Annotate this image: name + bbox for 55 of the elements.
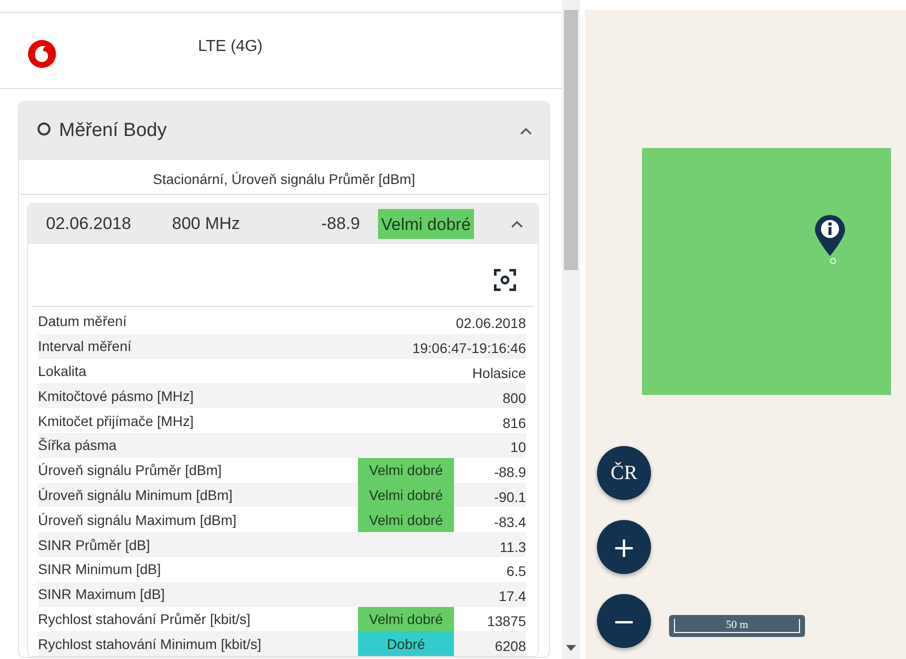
map-button[interactable]: + [597,520,651,574]
down-arrow-icon[interactable] [566,645,576,651]
table-cell-text: Úroveň signálu Maximum [dBm] [38,512,238,528]
rating-badge: Dobré [358,631,454,656]
table-cell-text: Úroveň signálu Průměr [dBm] [38,462,223,478]
table-cell-text: 02.06.2018 [454,314,526,332]
focus-icon[interactable] [492,267,518,293]
table-cell-text: Interval měření [38,338,132,354]
rating-badge: Velmi dobré [358,507,454,532]
table-cell-text: -88.9 [493,463,526,480]
rating-badge: Velmi dobré [358,458,454,483]
rating-badge: Velmi dobré [358,606,454,632]
table-cell-text: Úroveň signálu Minimum [dBm] [38,486,234,503]
measurement-header[interactable]: 02.06.2018 800 MHz -88.9 Velmi dobré [28,204,538,244]
table-cell-text: Holasice [471,364,526,381]
measurement-value: -88.9 [320,214,360,234]
table-cell-text: 6208 [494,636,526,654]
section-header[interactable]: Měření Body [19,102,549,160]
section-subtitle: Stacionární, Úroveň signálu Průměr [dBm] [21,160,547,195]
table-cell-text: 6.5 [506,562,526,580]
info-pin-icon[interactable] [813,214,847,264]
table-cell-text: SINR Maximum [dB] [38,586,166,602]
table-cell-text: 19:06:47-19:16:46 [412,339,526,356]
table-cell-text: 816 [502,414,526,431]
circle-icon [37,122,51,136]
frequency-label: 800 MHz [172,214,242,234]
table-cell-text: 11.3 [498,538,526,555]
scrollbar[interactable] [562,0,580,659]
table-cell-text: Kmitočtové pásmo [MHz] [38,388,195,404]
map-button[interactable]: ČR [597,446,651,500]
table-cell-text: Lokalita [38,362,88,379]
section-title: Měření Body [59,120,167,142]
table-cell-text: Datum měření [38,313,128,330]
chevron-icon [510,219,524,229]
table-cell-text: -90.1 [493,488,526,505]
chevron-icon [519,126,533,136]
table-cell-text: 10 [509,438,526,456]
scrollbar-thumb[interactable] [564,10,578,270]
logo-icon [26,38,58,70]
table-cell-text: Rychlost stahování Minimum [kbit/s] [38,636,262,652]
rating-badge: Velmi dobré [378,209,474,239]
table-cell-text: 800 [502,388,526,406]
table-cell-text: SINR Minimum [dB] [38,561,162,578]
table-cell-text: Rychlost stahování Průměr [kbit/s] [38,610,252,627]
table-cell-text: SINR Průměr [dB] [38,536,152,553]
network-type: LTE (4G) [198,38,263,56]
table-cell-text: 13875 [486,612,526,629]
table-cell-text: Šířka pásma [38,437,118,454]
map-button[interactable]: − [597,594,651,648]
table-cell-text: -83.4 [493,512,526,530]
measurement-date: 02.06.2018 [46,214,132,234]
scale-bar: 50 m [669,615,805,637]
table-cell-text: Kmitočet přijímače [MHz] [38,412,195,429]
table-cell-text: 17.4 [498,587,526,604]
rating-badge: Velmi dobré [358,482,454,508]
